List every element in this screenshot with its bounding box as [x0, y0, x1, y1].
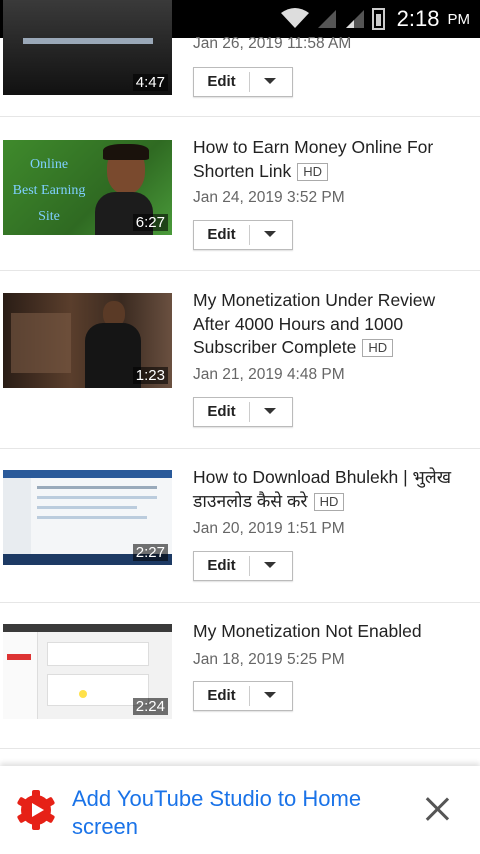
video-date: Jan 18, 2019 5:25 PM	[193, 651, 345, 668]
video-date: Jan 24, 2019 3:52 PM	[193, 189, 345, 206]
video-duration: 2:24	[132, 698, 168, 715]
video-date: Jan 20, 2019 1:51 PM	[193, 520, 345, 537]
video-thumbnail[interactable]: 1:23	[3, 293, 172, 388]
edit-button[interactable]: Edit	[194, 398, 249, 426]
edit-button-group: Edit	[193, 67, 293, 97]
video-duration: 4:47	[132, 74, 168, 91]
video-date: Jan 26, 2019 11:58 AM	[193, 35, 352, 52]
more-options-dropdown-icon[interactable]	[250, 68, 292, 96]
video-title[interactable]: How to Download Bhulekh | भुलेख डाउनलोड …	[193, 466, 463, 513]
add-to-home-banner[interactable]: Add YouTube Studio to Home screen	[0, 766, 480, 854]
edit-button-group: Edit	[193, 220, 293, 250]
video-title[interactable]: My Monetization Under Review After 4000 …	[193, 289, 463, 360]
edit-button[interactable]: Edit	[194, 68, 249, 96]
hd-badge: HD	[362, 339, 394, 357]
wifi-icon	[280, 8, 309, 28]
youtube-studio-icon	[17, 790, 55, 830]
video-title-text: My Monetization Not Enabled	[193, 621, 422, 641]
divider	[0, 748, 480, 749]
edit-button-group: Edit	[193, 397, 293, 427]
edit-button[interactable]: Edit	[194, 682, 249, 710]
video-title[interactable]: My Monetization Not Enabled	[193, 620, 463, 644]
divider	[0, 270, 480, 271]
clock-time: 2:18	[396, 6, 440, 31]
video-title[interactable]: How to Earn Money Online For Shorten Lin…	[193, 136, 463, 183]
more-options-dropdown-icon[interactable]	[250, 221, 292, 249]
video-thumbnail[interactable]: 2:24	[3, 624, 172, 719]
more-options-dropdown-icon[interactable]	[250, 552, 292, 580]
signal-icon	[317, 10, 336, 28]
edit-button-group: Edit	[193, 551, 293, 581]
signal-icon-2	[345, 10, 364, 28]
hd-badge: HD	[297, 162, 329, 181]
clock-ampm: PM	[447, 10, 471, 28]
edit-button[interactable]: Edit	[194, 552, 249, 580]
edit-button[interactable]: Edit	[194, 221, 249, 249]
more-options-dropdown-icon[interactable]	[250, 398, 292, 426]
divider	[0, 448, 480, 449]
close-icon[interactable]	[424, 796, 450, 822]
divider	[0, 116, 480, 117]
video-thumbnail[interactable]: Online Best Earning Site 6:27	[3, 140, 172, 235]
video-title-text: My Monetization Under Review After 4000 …	[193, 290, 436, 357]
video-thumbnail[interactable]: 4:47	[3, 0, 172, 95]
divider	[0, 602, 480, 603]
thumbnail-text: Online Best Earning Site	[12, 157, 86, 224]
video-duration: 2:27	[132, 544, 168, 561]
hd-badge: HD	[313, 492, 345, 511]
video-thumbnail[interactable]: 2:27	[3, 470, 172, 565]
video-duration: 6:27	[132, 214, 168, 231]
video-duration: 1:23	[132, 367, 168, 384]
edit-button-group: Edit	[193, 681, 293, 711]
banner-text[interactable]: Add YouTube Studio to Home screen	[72, 785, 402, 841]
battery-icon	[371, 8, 385, 30]
more-options-dropdown-icon[interactable]	[250, 682, 292, 710]
video-date: Jan 21, 2019 4:48 PM	[193, 366, 345, 383]
